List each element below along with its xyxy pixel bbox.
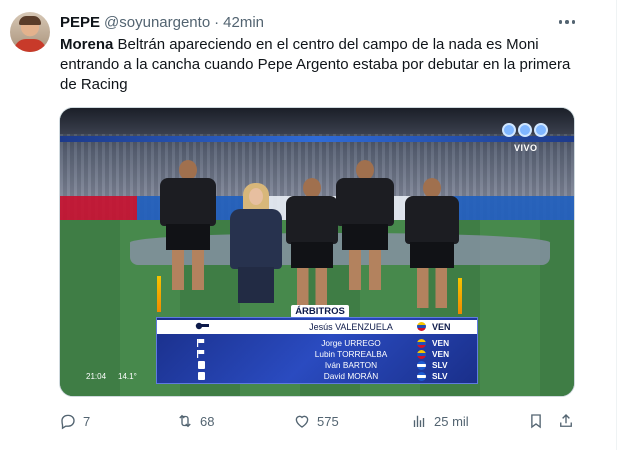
reply-button[interactable]: 7 [59,410,90,432]
bookmark-button[interactable] [527,410,545,432]
broadcast-info: 21:04 14.1° [86,372,137,381]
like-count: 575 [317,413,339,429]
referee-name: Jorge URREGO [321,338,381,348]
referee-country: SLV [432,360,448,370]
temperature: 14.1° [118,372,137,381]
tweet-media-image[interactable]: VIVO ÁRBITROS Jesús VALENZUELA VEN Jorge… [59,107,575,397]
like-button[interactable]: 575 [293,410,339,432]
reply-count: 7 [83,413,91,429]
share-icon [560,414,572,427]
whistle-icon [195,322,209,330]
more-options-icon[interactable] [556,13,578,31]
el-salvador-flag-icon [417,372,426,381]
live-badge: VIVO [514,143,538,153]
referee-country: VEN [432,322,451,332]
views-button[interactable]: 25 mil [410,410,469,432]
retweet-count: 68 [200,413,215,429]
venezuela-flag-icon [417,339,426,348]
referee-figure [336,160,394,300]
fourth-official-icon [198,372,205,380]
reply-icon [61,414,75,430]
author-handle[interactable]: @soyunargento [104,14,210,31]
analytics-icon [413,415,425,427]
assistant-flag-icon [197,339,205,347]
referee-name: David MORÁN [323,371,379,381]
referee-name: Lubin TORREALBA [314,349,388,359]
retweet-button[interactable]: 68 [176,410,214,432]
venezuela-flag-icon [417,350,426,359]
referee-figure [286,178,338,308]
referee-country: VEN [432,338,450,348]
timestamp[interactable]: 42min [223,14,264,31]
separator: · [214,13,220,31]
bookmark-icon [531,414,541,429]
tweet-text-bold: Morena [60,36,114,53]
tweet-text: Morena Beltrán apareciendo en el centro … [60,35,580,95]
referee-name: Iván BARTON [324,360,378,370]
woman-figure [230,183,282,303]
referee-figure [405,178,459,308]
referee-country: VEN [432,349,450,359]
author-name[interactable]: PEPE [60,14,100,31]
el-salvador-flag-icon [417,361,426,370]
tweet-actions: 7 68 575 25 mil [59,410,579,432]
referee-figure [160,160,216,295]
tweet-card[interactable]: PEPE @soyunargento · 42min Morena Beltrá… [0,0,617,450]
venezuela-flag-icon [417,322,426,331]
broadcaster-logo-icon [502,123,548,137]
referee-row: Jesús VALENZUELA VEN [157,320,477,334]
assistant-flag-icon [197,350,205,358]
fourth-official-icon [198,361,205,369]
linesman-flag-right [458,278,462,314]
retweet-icon [179,414,191,428]
share-button[interactable] [557,410,575,432]
heart-icon [295,415,309,428]
view-count: 25 mil [434,413,469,429]
referee-name: Jesús VALENZUELA [309,322,393,332]
tweet-text-body: Beltrán apareciendo en el centro del cam… [60,36,571,93]
tweet-header: PEPE @soyunargento · 42min [60,12,264,32]
referees-graphic: Jesús VALENZUELA VEN Jorge URREGO VEN Lu… [156,317,478,384]
referee-country: SLV [432,371,448,381]
match-clock: 21:04 [86,372,107,381]
avatar[interactable] [10,12,50,52]
referee-row: David MORÁN SLV [157,370,477,382]
